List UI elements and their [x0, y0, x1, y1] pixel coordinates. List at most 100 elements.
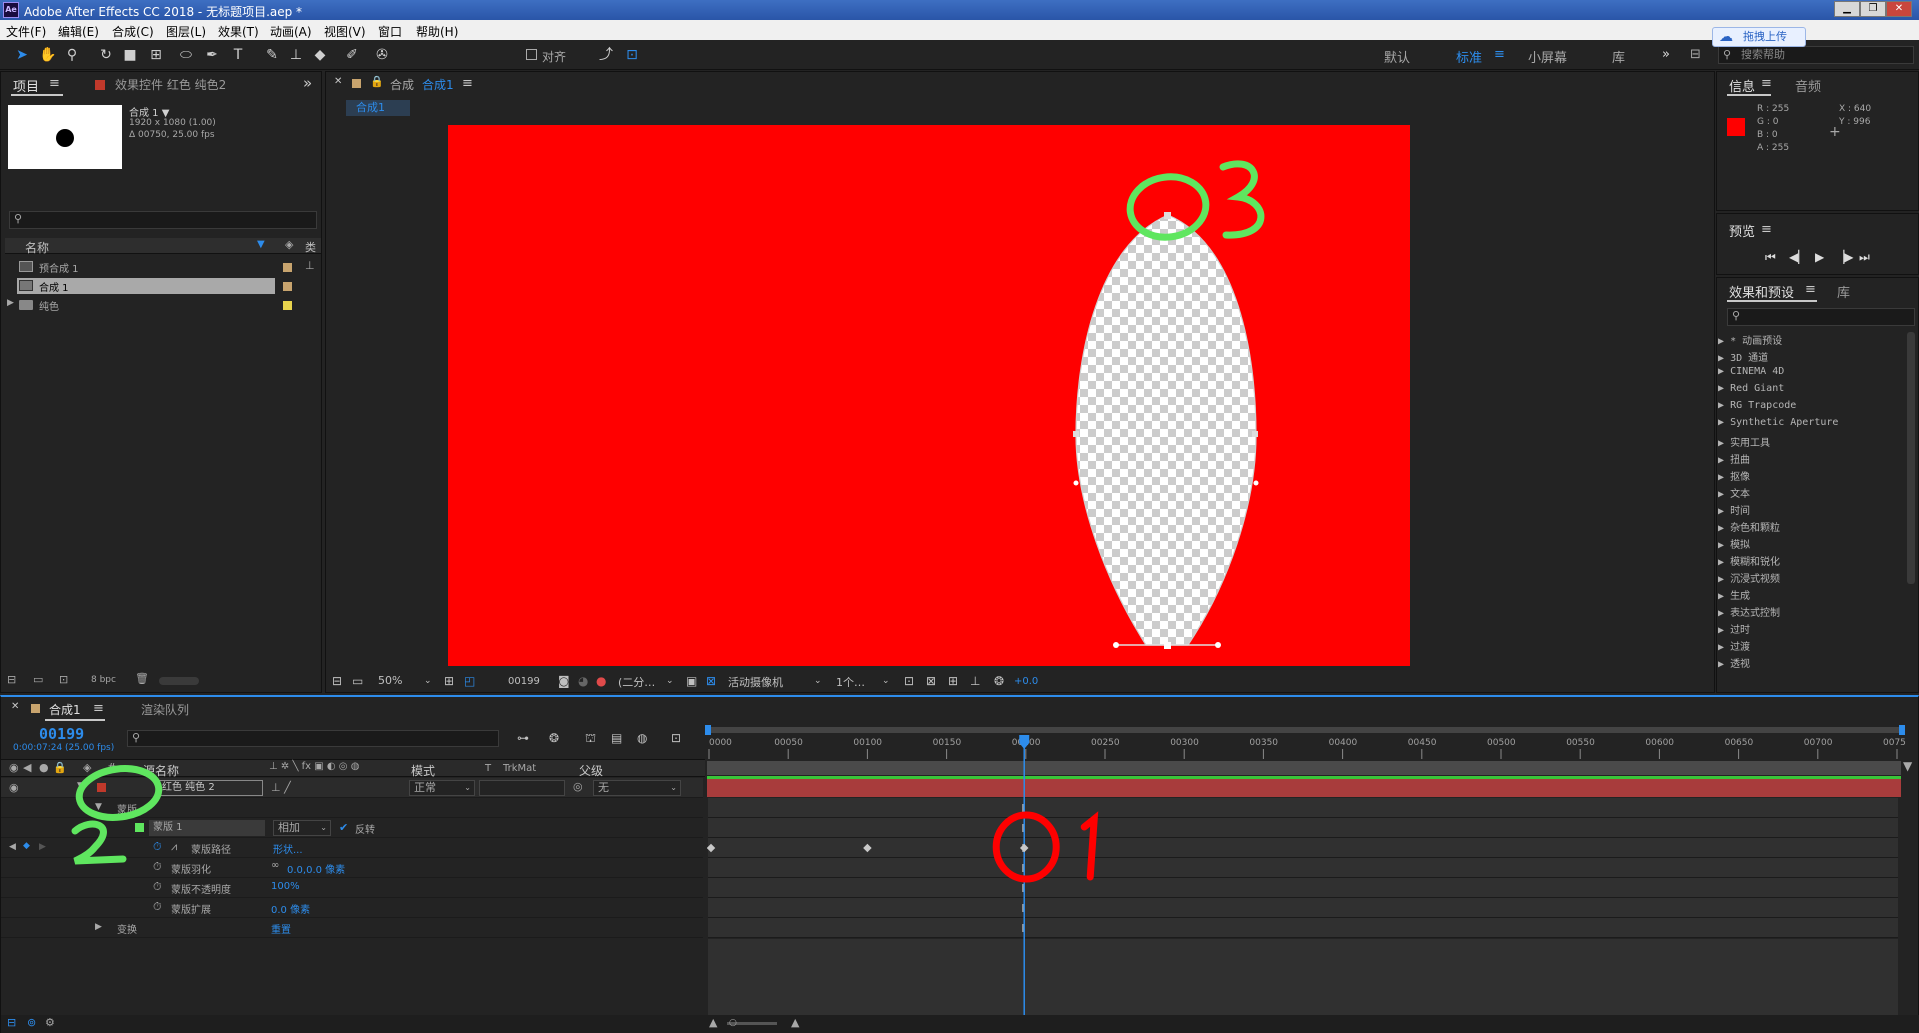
next-frame-icon[interactable]: ▕▶	[1835, 250, 1853, 264]
effect-category[interactable]: ▶ 扭曲	[1718, 451, 1750, 466]
property-value[interactable]: 0.0 像素	[271, 901, 310, 916]
type-tool-icon[interactable]: T	[228, 46, 248, 64]
trkmat-dropdown[interactable]	[479, 780, 565, 796]
bpc-label[interactable]: 8 bpc	[91, 675, 116, 685]
mask-vertex-anchor[interactable]	[1164, 642, 1171, 649]
hand-tool-icon[interactable]: ✋	[38, 46, 58, 64]
parent-dropdown[interactable]: 无 ⌄	[593, 780, 681, 796]
mask-vertex-handle[interactable]	[1113, 642, 1119, 648]
transform-reset[interactable]: 重置	[271, 921, 291, 936]
timeline-menu-icon[interactable]: ≡	[93, 701, 104, 716]
effect-category[interactable]: ▶ 过渡	[1718, 638, 1750, 653]
menu-layer[interactable]: 图层(L)	[166, 23, 206, 40]
expand-arrow-icon[interactable]: ▶	[1718, 472, 1724, 483]
expand-arrow-icon[interactable]: ▶	[1718, 383, 1724, 394]
expand-panels-icon[interactable]: »	[303, 74, 312, 92]
eraser-tool-icon[interactable]: ◆	[310, 46, 330, 64]
tab-effect-controls[interactable]: 效果控件 红色 纯色2	[115, 76, 226, 93]
expand-arrow-icon[interactable]: ▶	[1718, 557, 1724, 568]
effects-search-input[interactable]: ⚲	[1727, 308, 1915, 326]
project-item-solids-folder[interactable]: ▶ 纯色	[5, 297, 321, 313]
roto-brush-tool-icon[interactable]: ✐	[342, 46, 362, 64]
menu-view[interactable]: 视图(V)	[324, 23, 366, 40]
solo-column-icon[interactable]: ●	[39, 761, 49, 774]
mask-vertex-handle[interactable]	[1215, 642, 1221, 648]
workspace-library[interactable]: 库	[1612, 47, 1625, 66]
close-timeline-tab-icon[interactable]: ✕	[11, 701, 19, 712]
comp-canvas[interactable]	[448, 125, 1410, 666]
show-snapshot-icon[interactable]: ◕	[578, 674, 588, 688]
effects-scrollbar[interactable]	[1907, 332, 1915, 584]
comp-name[interactable]: 合成 1 ▼	[129, 104, 169, 119]
workspace-small-screen[interactable]: 小屏幕	[1528, 47, 1567, 66]
close-comp-tab-icon[interactable]: ✕	[334, 76, 342, 87]
new-folder-icon[interactable]: ▭	[33, 673, 43, 686]
upload-badge[interactable]: ☁ 拖拽上传	[1712, 27, 1806, 47]
effect-category[interactable]: ▶ 杂色和颗粒	[1718, 519, 1780, 534]
workspace-menu-icon[interactable]: ≡	[1494, 47, 1505, 62]
channel-icon[interactable]: ●	[596, 674, 606, 688]
zoom-slider-thumb[interactable]: ○	[729, 1018, 737, 1028]
effect-category[interactable]: ▶ 生成	[1718, 587, 1750, 602]
preview-menu-icon[interactable]: ≡	[1761, 222, 1772, 237]
scroll-thumb[interactable]	[159, 677, 199, 685]
mask-mode-dropdown[interactable]: 相加 ⌄	[273, 820, 331, 836]
info-menu-icon[interactable]: ≡	[1761, 76, 1772, 91]
current-frame[interactable]: 00199	[508, 676, 540, 687]
label-tag-icon[interactable]: ◈	[285, 238, 293, 251]
play-icon[interactable]: ▶	[1815, 250, 1824, 264]
comp-tab-active[interactable]: 合成1	[422, 76, 454, 93]
column-type[interactable]: 类	[305, 239, 316, 255]
motion-blur-icon[interactable]: ◍	[637, 731, 647, 745]
expand-arrow-icon[interactable]: ▶	[1718, 455, 1724, 466]
graph-editor-icon[interactable]: ⊡	[671, 731, 681, 745]
resolution-value[interactable]: (二分…	[618, 674, 655, 690]
menu-effect[interactable]: 效果(T)	[218, 23, 259, 40]
effect-category[interactable]: ▶ Synthetic Aperture	[1718, 417, 1838, 428]
search-help-toggle-icon[interactable]: ⊟	[1690, 47, 1701, 62]
flowchart-icon[interactable]: ⊥	[305, 259, 315, 272]
expand-arrow-icon[interactable]: ▶	[1718, 506, 1724, 517]
expand-arrow-icon[interactable]: ▶	[1718, 608, 1724, 619]
menu-composition[interactable]: 合成(C)	[112, 23, 154, 40]
fast-previews-icon[interactable]: ⊠	[926, 674, 936, 688]
resolution-dropdown-icon[interactable]: ⌄	[666, 676, 674, 686]
audio-column-icon[interactable]: ◀	[23, 761, 31, 774]
expand-arrow-icon[interactable]: ▶	[1718, 625, 1724, 636]
layer-mode-dropdown[interactable]: 正常 ⌄	[409, 780, 475, 796]
expand-arrow-icon[interactable]: ▶	[1718, 591, 1724, 602]
toggle-pixel-aspect-icon[interactable]: ⊡	[904, 674, 914, 688]
column-trkmat[interactable]: TrkMat	[503, 763, 536, 774]
mask-ellipse[interactable]	[1075, 214, 1257, 646]
expand-arrow-icon[interactable]: ▶	[1718, 489, 1724, 500]
first-frame-icon[interactable]: ⏮	[1765, 250, 1776, 265]
effect-category[interactable]: ▶ 文本	[1718, 485, 1750, 500]
transparency-grid-icon[interactable]: ⊠	[706, 674, 716, 688]
menu-help[interactable]: 帮助(H)	[416, 23, 458, 40]
tab-timeline-comp[interactable]: 合成1	[49, 701, 81, 718]
rotate-tool-icon[interactable]: ↻	[96, 46, 116, 64]
effect-category[interactable]: ▶ 模糊和锐化	[1718, 553, 1780, 568]
snap-icon[interactable]: ⤴	[596, 46, 616, 64]
expand-arrow-icon[interactable]: ▶	[7, 298, 14, 308]
project-search-input[interactable]: ⚲	[9, 211, 317, 229]
effect-category[interactable]: ▶ * 动画预设	[1718, 332, 1782, 347]
comp-mini-flowchart-icon[interactable]: ⊶	[517, 731, 529, 745]
pen-tool-icon[interactable]: ✒	[202, 46, 222, 64]
property-row-mask-expansion[interactable]: ⏱ 蒙版扩展 0.0 像素	[1, 898, 703, 918]
keyframe-diamond[interactable]	[707, 843, 716, 853]
mask-vertex-anchor[interactable]	[1164, 212, 1171, 219]
tab-project[interactable]: 项目	[13, 76, 39, 95]
menu-window[interactable]: 窗口	[378, 23, 402, 40]
link-icon[interactable]: ∞	[271, 860, 279, 871]
expand-arrow-icon[interactable]: ▶	[1718, 366, 1724, 377]
comp-tab-label[interactable]: 合成	[390, 76, 414, 93]
magnification-value[interactable]: 50%	[378, 674, 402, 687]
pan-behind-tool-icon[interactable]: ⊞	[146, 46, 166, 64]
layer-switches-icon[interactable]: ⊥ ╱	[271, 781, 291, 794]
layer-search-input[interactable]: ⚲	[127, 730, 499, 747]
flowchart-icon[interactable]: ⊥	[970, 674, 980, 688]
prev-keyframe-icon[interactable]: ◀	[9, 842, 16, 852]
workspace-default[interactable]: 默认	[1384, 47, 1410, 66]
expand-arrow-icon[interactable]: ▶	[1718, 336, 1724, 347]
